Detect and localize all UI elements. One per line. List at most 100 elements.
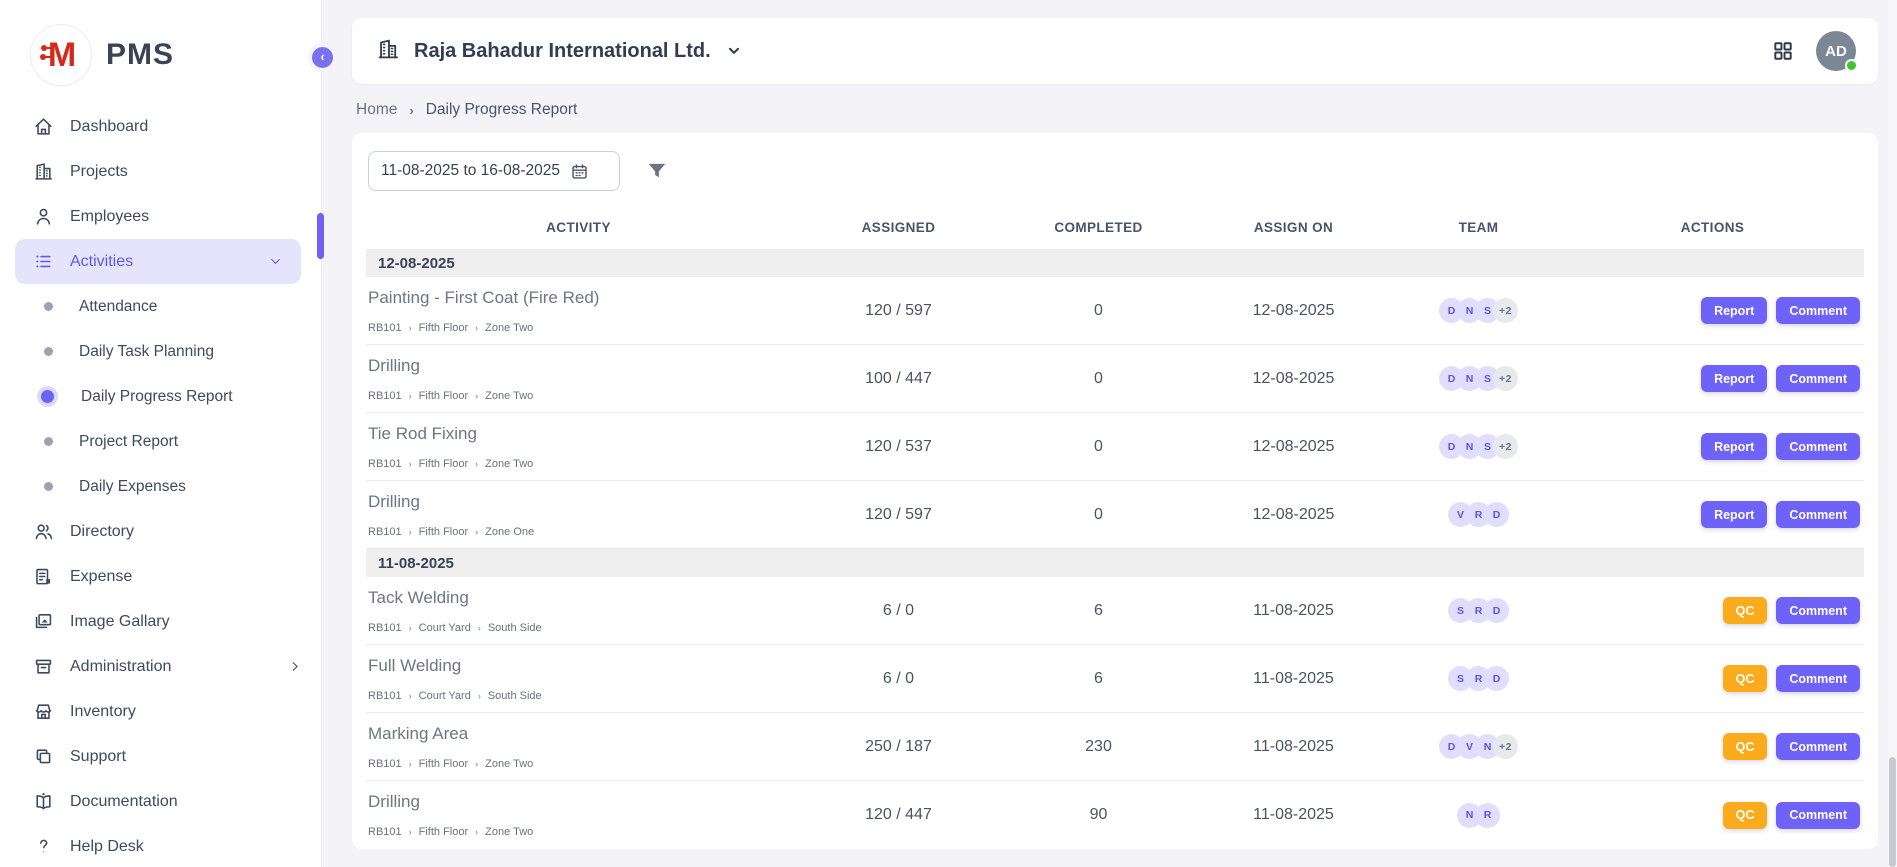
sidebar-item-support[interactable]: Support xyxy=(0,734,321,779)
sidebar-item-inventory[interactable]: Inventory xyxy=(0,689,321,734)
comment-button[interactable]: Comment xyxy=(1776,297,1860,324)
bullet-dot-icon xyxy=(41,390,54,403)
sidebar-item-dashboard[interactable]: Dashboard xyxy=(0,104,321,149)
qc-button[interactable]: QC xyxy=(1723,802,1768,829)
activity-title: Drilling xyxy=(368,792,791,812)
path-segment: Court Yard xyxy=(419,622,471,634)
comment-button[interactable]: Comment xyxy=(1776,665,1860,692)
sidebar-subitem-daily-expenses[interactable]: Daily Expenses xyxy=(0,464,321,509)
path-chevron-icon: › xyxy=(409,459,412,469)
sidebar-subitem-daily-progress-report[interactable]: Daily Progress Report xyxy=(0,374,321,419)
sidebar-item-help-desk[interactable]: Help Desk xyxy=(0,824,321,867)
archive-icon xyxy=(32,656,54,678)
assign-on-date: 11-08-2025 xyxy=(1191,738,1396,756)
qc-button[interactable]: QC xyxy=(1723,733,1768,760)
path-segment: RB101 xyxy=(368,758,402,770)
team-avatars: DNS+2 xyxy=(1396,434,1561,459)
comment-button[interactable]: Comment xyxy=(1776,597,1860,624)
office-building-icon xyxy=(376,37,400,66)
vertical-scrollbar[interactable] xyxy=(1888,0,1897,867)
company-selector[interactable]: Raja Bahadur International Ltd. xyxy=(376,37,743,66)
list-icon xyxy=(32,251,54,273)
sidebar-item-image-gallary[interactable]: Image Gallary xyxy=(0,599,321,644)
bullet-dot-icon xyxy=(44,302,53,311)
activity-location-path: RB101›Fifth Floor›Zone Two xyxy=(368,458,791,470)
comment-button[interactable]: Comment xyxy=(1776,733,1860,760)
path-segment: RB101 xyxy=(368,526,402,538)
path-chevron-icon: › xyxy=(475,827,478,837)
assigned-value: 120 / 597 xyxy=(791,506,1006,524)
sidebar-collapse-button[interactable]: ‹ xyxy=(308,43,337,72)
team-member-chip[interactable]: D xyxy=(1484,502,1509,527)
path-segment: Fifth Floor xyxy=(419,758,469,770)
question-icon xyxy=(32,836,54,858)
sidebar-subitem-daily-task-planning[interactable]: Daily Task Planning xyxy=(0,329,321,374)
qc-button[interactable]: QC xyxy=(1723,665,1768,692)
comment-button[interactable]: Comment xyxy=(1776,365,1860,392)
path-segment: Court Yard xyxy=(419,690,471,702)
user-avatar[interactable]: AD xyxy=(1816,31,1856,71)
team-avatars: DVN+2 xyxy=(1396,734,1561,759)
assign-on-date: 11-08-2025 xyxy=(1191,670,1396,688)
date-range-value: 11-08-2025 to 16-08-2025 xyxy=(381,162,560,180)
breadcrumb-home[interactable]: Home xyxy=(356,101,397,119)
sidebar-item-employees[interactable]: Employees xyxy=(0,194,321,239)
path-chevron-icon: › xyxy=(409,759,412,769)
sidebar-subitem-attendance[interactable]: Attendance xyxy=(0,284,321,329)
assigned-value: 6 / 0 xyxy=(791,670,1006,688)
sidebar-item-activities[interactable]: Activities xyxy=(15,239,301,284)
sidebar-item-expense[interactable]: Expense xyxy=(0,554,321,599)
comment-button[interactable]: Comment xyxy=(1776,802,1860,829)
users-icon xyxy=(32,521,54,543)
column-header-team: TEAM xyxy=(1396,220,1561,235)
report-button[interactable]: Report xyxy=(1701,501,1767,528)
team-avatars: DNS+2 xyxy=(1396,366,1561,391)
column-header-assigned: ASSIGNED xyxy=(791,220,1006,235)
sidebar-item-administration[interactable]: Administration xyxy=(0,644,321,689)
assign-on-date: 12-08-2025 xyxy=(1191,302,1396,320)
row-actions: QC Comment xyxy=(1561,597,1864,624)
sidebar-item-projects[interactable]: Projects xyxy=(0,149,321,194)
chevron-down-icon xyxy=(725,42,743,60)
main-area: Raja Bahadur International Ltd. AD Home ›… xyxy=(322,0,1897,849)
comment-button[interactable]: Comment xyxy=(1776,501,1860,528)
app-logo[interactable]: M PMS xyxy=(0,0,321,104)
path-chevron-icon: › xyxy=(409,323,412,333)
team-member-chip[interactable]: D xyxy=(1484,666,1509,691)
report-button[interactable]: Report xyxy=(1701,365,1767,392)
sidebar-item-label: Image Gallary xyxy=(70,613,170,631)
date-range-input[interactable]: 11-08-2025 to 16-08-2025 xyxy=(368,151,620,191)
scrollbar-thumb[interactable] xyxy=(1889,757,1896,867)
report-button[interactable]: Report xyxy=(1701,297,1767,324)
comment-button[interactable]: Comment xyxy=(1776,433,1860,460)
team-extra-chip[interactable]: +2 xyxy=(1493,366,1518,391)
book-icon xyxy=(32,791,54,813)
assign-on-date: 12-08-2025 xyxy=(1191,370,1396,388)
completed-value: 0 xyxy=(1006,438,1191,456)
sidebar-item-label: Employees xyxy=(70,208,149,226)
path-chevron-icon: › xyxy=(475,759,478,769)
sidebar-subitem-label: Attendance xyxy=(79,298,157,316)
filter-funnel-icon[interactable] xyxy=(646,160,668,182)
apps-grid-icon[interactable] xyxy=(1772,40,1794,62)
sidebar-subitem-project-report[interactable]: Project Report xyxy=(0,419,321,464)
row-actions: Report Comment xyxy=(1561,297,1864,324)
sidebar-nav: Dashboard Projects Employees Activities … xyxy=(0,104,321,867)
date-group-header: 12-08-2025 xyxy=(366,249,1864,277)
team-extra-chip[interactable]: +2 xyxy=(1493,434,1518,459)
logo-m-icon: M xyxy=(30,24,92,86)
activity-location-path: RB101›Court Yard›South Side xyxy=(368,622,791,634)
sidebar-item-directory[interactable]: Directory xyxy=(0,509,321,554)
team-avatars: VRD xyxy=(1396,502,1561,527)
report-button[interactable]: Report xyxy=(1701,433,1767,460)
team-extra-chip[interactable]: +2 xyxy=(1493,298,1518,323)
store-icon xyxy=(32,701,54,723)
assign-on-date: 11-08-2025 xyxy=(1191,806,1396,824)
qc-button[interactable]: QC xyxy=(1723,597,1768,624)
row-actions: Report Comment xyxy=(1561,365,1864,392)
team-member-chip[interactable]: R xyxy=(1475,803,1500,828)
team-extra-chip[interactable]: +2 xyxy=(1493,734,1518,759)
sidebar-item-documentation[interactable]: Documentation xyxy=(0,779,321,824)
assigned-value: 100 / 447 xyxy=(791,370,1006,388)
team-member-chip[interactable]: D xyxy=(1484,598,1509,623)
